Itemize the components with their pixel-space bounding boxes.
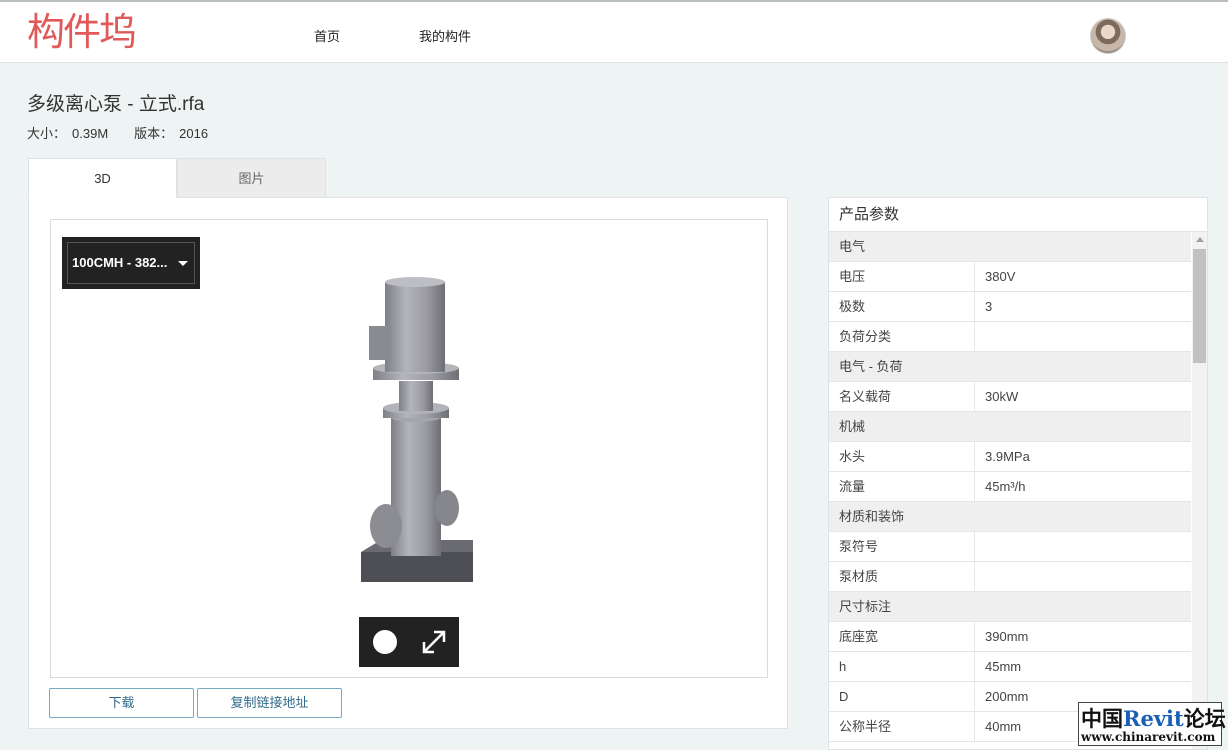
param-value: 380V (974, 262, 1191, 292)
page-title: 多级离心泵 - 立式.rfa (27, 94, 205, 115)
param-group-header: 机械 (829, 412, 1191, 442)
user-avatar[interactable] (1090, 18, 1126, 54)
variant-dropdown-value: 100CMH - 382... (72, 255, 168, 270)
copy-link-button[interactable]: 复制链接地址 (197, 688, 342, 718)
circle-icon[interactable] (373, 630, 397, 654)
param-group-header: 电气 (829, 232, 1191, 262)
size-value: 0.39M (72, 126, 109, 141)
tab-images[interactable]: 图片 (177, 158, 326, 198)
param-row: 名义载荷 30kW (829, 382, 1191, 412)
top-nav-bar: 构件坞 首页 我的构件 (0, 2, 1228, 63)
pump-3d-model[interactable] (351, 276, 481, 616)
param-value: 45mm (974, 652, 1191, 682)
param-value (974, 532, 1191, 562)
param-row: 泵符号 (829, 532, 1191, 562)
param-group-header: 电气 - 负荷 (829, 352, 1191, 382)
param-key: 名义载荷 (839, 389, 892, 404)
param-row: 极数 3 (829, 292, 1191, 322)
param-row: 底座宽 390mm (829, 622, 1191, 652)
tab-3d[interactable]: 3D (28, 158, 177, 198)
param-key: 流量 (839, 479, 866, 494)
version-value: 2016 (179, 126, 209, 141)
param-key: 泵材质 (839, 569, 879, 584)
param-row: 流量 45m³/h (829, 472, 1191, 502)
watermark-url: www.chinarevit.com (1081, 730, 1216, 744)
expand-icon[interactable] (421, 629, 447, 655)
param-row: 电压 380V (829, 262, 1191, 292)
param-row: 负荷分类 (829, 322, 1191, 352)
param-key: 公称半径 (839, 719, 892, 734)
param-value: 30kW (974, 382, 1191, 412)
nav-home[interactable]: 首页 (314, 26, 340, 45)
watermark-title: 中国Revit论坛 (1081, 706, 1226, 731)
param-value: 45m³/h (974, 472, 1191, 502)
param-value: 3.9MPa (974, 442, 1191, 472)
param-key: h (839, 659, 847, 674)
version-label: 版本： (134, 126, 174, 141)
preview-panel: 100CMH - 382... 下载 复制链接地址 (28, 197, 788, 729)
param-group-header: 材质和装饰 (829, 502, 1191, 532)
param-key: 底座宽 (839, 629, 879, 644)
params-title: 产品参数 (829, 198, 1207, 232)
watermark-logo: 中国Revit论坛 www.chinarevit.com (1078, 702, 1226, 746)
nav-my-components[interactable]: 我的构件 (419, 26, 471, 45)
params-table: 电气电压 380V 极数 3 负荷分类电气 - 负荷名义载荷 30kW 机械水头 3.9MPa… (829, 232, 1191, 742)
param-row: h 45mm (829, 652, 1191, 682)
param-key: 泵符号 (839, 539, 879, 554)
download-button[interactable]: 下载 (49, 688, 194, 718)
param-value (974, 322, 1191, 352)
site-logo[interactable]: 构件坞 (27, 8, 137, 56)
scroll-up-icon[interactable] (1196, 237, 1204, 242)
param-value (974, 562, 1191, 592)
param-row: 水头 3.9MPa (829, 442, 1191, 472)
param-key: D (839, 689, 849, 704)
param-group-header: 尺寸标注 (829, 592, 1191, 622)
param-value: 390mm (974, 622, 1191, 652)
file-meta: 大小： 0.39M 版本： 2016 (27, 123, 208, 142)
product-params-panel: 产品参数 电气电压 380V 极数 3 负荷分类电气 - 负荷名义载荷 30kW 机械水头 3… (828, 197, 1208, 750)
param-row: 泵材质 (829, 562, 1191, 592)
variant-dropdown[interactable]: 100CMH - 382... (62, 237, 200, 289)
scroll-thumb[interactable] (1193, 249, 1206, 363)
param-key: 水头 (839, 449, 866, 464)
param-value: 3 (974, 292, 1191, 322)
param-key: 极数 (839, 299, 866, 314)
caret-down-icon (178, 261, 188, 266)
params-scrollbar[interactable] (1192, 232, 1207, 749)
viewer-controls (359, 617, 459, 667)
3d-viewer[interactable]: 100CMH - 382... (50, 219, 768, 678)
size-label: 大小： (27, 126, 67, 141)
param-key: 负荷分类 (839, 329, 892, 344)
param-key: 电压 (839, 269, 866, 284)
